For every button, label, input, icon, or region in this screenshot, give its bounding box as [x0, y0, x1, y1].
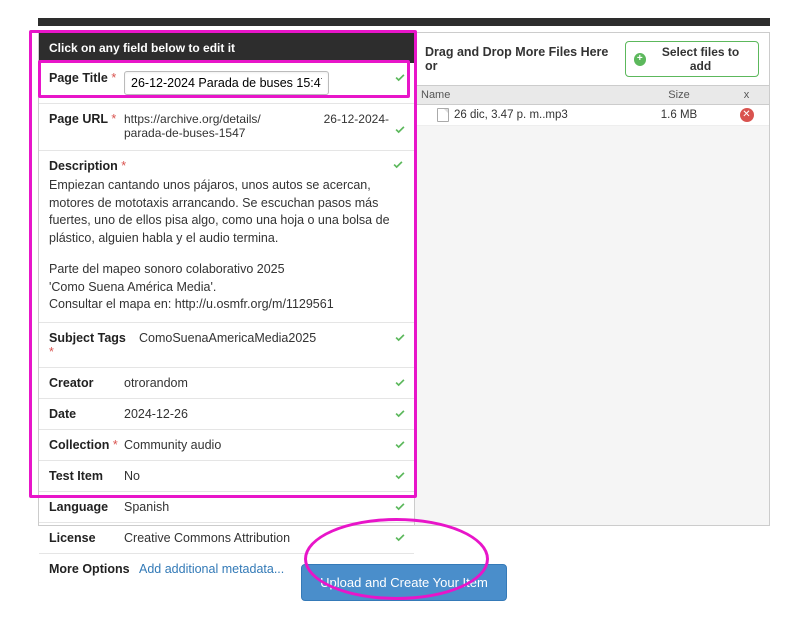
field-test-item[interactable]: Test Item No: [39, 461, 414, 492]
select-files-button[interactable]: + Select files to add: [625, 41, 760, 77]
field-description[interactable]: Description * Empiezan cantando unos páj…: [39, 151, 414, 323]
window-topbar: [38, 18, 770, 26]
check-icon: [394, 332, 406, 344]
label-license: License: [49, 531, 124, 545]
page-title-input[interactable]: [124, 71, 329, 95]
files-panel: Drag and Drop More Files Here or + Selec…: [415, 33, 769, 525]
file-row[interactable]: 26 dic, 3.47 p. m..mp3 1.6 MB ✕: [415, 105, 769, 126]
value-date: 2024-12-26: [124, 407, 404, 421]
drop-zone-header: Drag and Drop More Files Here or + Selec…: [415, 33, 769, 86]
label-creator: Creator: [49, 376, 124, 390]
field-date[interactable]: Date 2024-12-26: [39, 399, 414, 430]
check-icon: [394, 72, 406, 84]
file-drop-area[interactable]: [415, 126, 769, 525]
check-icon: [394, 532, 406, 544]
metadata-panel-header: Click on any field below to edit it: [39, 33, 414, 63]
label-date: Date: [49, 407, 124, 421]
url-slug: 26-12-2024-: [324, 112, 389, 126]
label-test-item: Test Item: [49, 469, 124, 483]
check-icon: [392, 159, 404, 173]
file-icon: [437, 108, 449, 122]
field-subject-tags[interactable]: Subject Tags * ComoSuenaAmericaMedia2025: [39, 323, 414, 368]
field-language[interactable]: Language Spanish: [39, 492, 414, 523]
check-icon: [394, 124, 406, 136]
field-license[interactable]: License Creative Commons Attribution: [39, 523, 414, 554]
check-icon: [394, 439, 406, 451]
field-creator[interactable]: Creator otrorandom: [39, 368, 414, 399]
metadata-panel: Click on any field below to edit it Page…: [39, 33, 415, 525]
field-collection[interactable]: Collection * Community audio: [39, 430, 414, 461]
plus-icon: +: [634, 53, 647, 66]
col-size: Size: [634, 86, 724, 104]
check-icon: [394, 377, 406, 389]
label-description: Description *: [49, 159, 131, 173]
field-page-url[interactable]: Page URL * https://archive.org/details/ …: [39, 104, 414, 151]
main-panels: Click on any field below to edit it Page…: [38, 32, 770, 526]
value-subject-tags: ComoSuenaAmericaMedia2025: [139, 331, 404, 345]
drop-text: Drag and Drop More Files Here or: [425, 45, 619, 73]
value-test-item: No: [124, 469, 404, 483]
file-size: 1.6 MB: [634, 106, 724, 124]
value-description: Empiezan cantando unos pájaros, unos aut…: [49, 177, 404, 314]
upload-button[interactable]: Upload and Create Your Item: [301, 564, 507, 601]
label-language: Language: [49, 500, 124, 514]
col-name: Name: [415, 86, 634, 104]
value-license: Creative Commons Attribution: [124, 531, 404, 545]
file-name: 26 dic, 3.47 p. m..mp3: [454, 109, 568, 121]
label-collection: Collection *: [49, 438, 124, 452]
upload-area: Upload and Create Your Item: [0, 564, 808, 601]
field-page-title[interactable]: Page Title *: [39, 63, 414, 104]
label-subject-tags: Subject Tags *: [49, 331, 139, 359]
value-collection: Community audio: [124, 438, 404, 452]
check-icon: [394, 408, 406, 420]
label-page-title: Page Title *: [49, 71, 124, 85]
check-icon: [394, 470, 406, 482]
label-page-url: Page URL *: [49, 112, 124, 126]
col-remove: x: [724, 86, 769, 104]
check-icon: [394, 501, 406, 513]
value-language: Spanish: [124, 500, 404, 514]
remove-file-icon[interactable]: ✕: [740, 108, 754, 122]
value-creator: otrorandom: [124, 376, 404, 390]
file-table-header: Name Size x: [415, 86, 769, 105]
